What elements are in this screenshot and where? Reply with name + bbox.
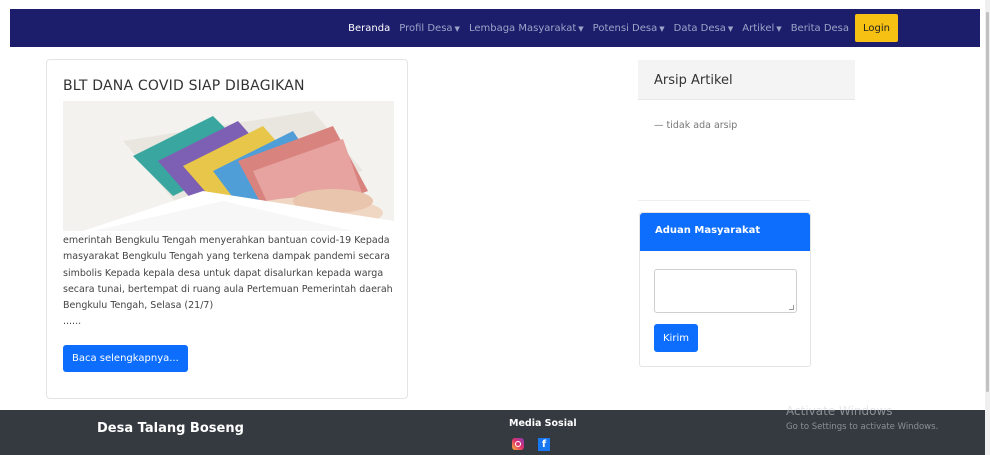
complaint-title: Aduan Masyarakat <box>655 225 761 236</box>
archive-header: Arsip Artikel <box>638 60 855 100</box>
chevron-down-icon: ▼ <box>454 24 460 33</box>
nav-item-beranda[interactable]: Beranda <box>348 23 390 34</box>
article-excerpt-text: emerintah Bengkulu Tengah menyerahkan ba… <box>63 235 393 312</box>
footer-brand: Desa Talang Boseng <box>97 421 244 436</box>
complaint-header: Aduan Masyarakat <box>640 213 810 251</box>
submit-button[interactable]: Kirim <box>654 324 698 352</box>
nav-item-artikel[interactable]: Artikel ▼ <box>742 23 781 34</box>
article-title: BLT DANA COVID SIAP DIBAGIKAN <box>63 78 305 94</box>
activate-windows-watermark: Activate Windows <box>786 404 893 418</box>
resize-handle-icon[interactable] <box>789 305 794 310</box>
complaint-card: Aduan Masyarakat Kirim <box>639 212 811 367</box>
article-excerpt: emerintah Bengkulu Tengah menyerahkan ba… <box>63 233 401 331</box>
nav-item-label: Potensi Desa <box>592 22 658 34</box>
nav-item-potensi-desa[interactable]: Potensi Desa ▼ <box>593 23 665 34</box>
read-more-button[interactable]: Baca selengkapnya... <box>63 345 188 372</box>
nav-item-label: Data Desa <box>673 22 726 34</box>
activate-windows-subtext: Go to Settings to activate Windows. <box>786 422 939 432</box>
article-card: BLT DANA COVID SIAP DIBAGIKAN emerintah … <box>46 59 408 399</box>
nav-item-lembaga-masyarakat[interactable]: Lembaga Masyarakat ▼ <box>469 23 584 34</box>
scrollbar-thumb[interactable] <box>986 12 989 392</box>
chevron-down-icon: ▼ <box>659 24 665 33</box>
nav-item-profil-desa[interactable]: Profil Desa ▼ <box>399 23 460 34</box>
complaint-textarea[interactable] <box>654 269 797 313</box>
chevron-down-icon: ▼ <box>776 24 782 33</box>
money-envelope-illustration <box>63 101 394 231</box>
social-media-title: Media Sosial <box>509 418 577 429</box>
archive-title: Arsip Artikel <box>654 73 733 88</box>
archive-empty-text: — tidak ada arsip <box>654 120 738 131</box>
instagram-icon[interactable] <box>512 438 524 450</box>
nav-item-label: Profil Desa <box>399 22 453 34</box>
nav-item-label: Lembaga Masyarakat <box>468 22 577 34</box>
nav-item-data-desa[interactable]: Data Desa ▼ <box>674 23 734 34</box>
chevron-down-icon: ▼ <box>727 24 734 33</box>
article-ellipsis: ...... <box>63 316 82 328</box>
chevron-down-icon: ▼ <box>578 24 584 33</box>
nav-item-label: Artikel <box>742 22 775 34</box>
facebook-icon[interactable]: f <box>538 438 550 451</box>
login-button[interactable]: Login <box>855 14 898 42</box>
top-navbar: Beranda Profil Desa ▼ Lembaga Masyarakat ▼… <box>10 9 980 47</box>
divider <box>638 200 810 201</box>
nav-item-berita-desa[interactable]: Berita Desa <box>791 23 849 34</box>
article-image <box>63 101 394 231</box>
